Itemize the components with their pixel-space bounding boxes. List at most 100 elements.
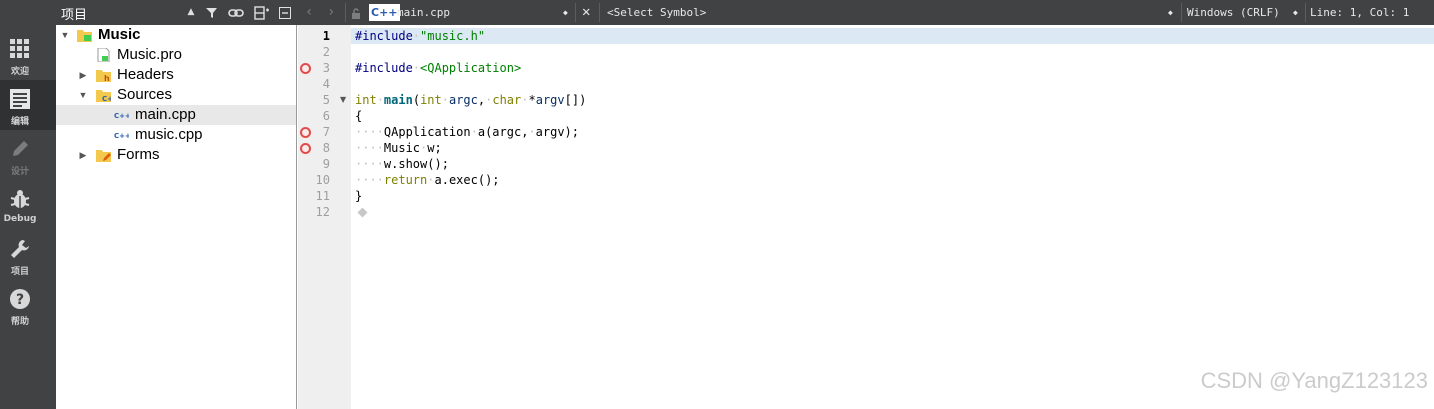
tree-item-label: Forms [117,146,160,163]
svg-text:C++: C++ [114,132,129,140]
project-panel-toolbar: 项目 ▲ [56,0,297,25]
welcome-grid-icon [10,39,29,58]
svg-text:?: ? [16,292,24,308]
mode-design-label: 设计 [10,167,29,177]
code-line[interactable] [351,44,1434,60]
tree-item-music-cpp[interactable]: C++ music.cpp [56,125,296,145]
code-line[interactable]: int·main(int·argc,·char·*argv[]) [351,92,1434,108]
tree-item-music-project[interactable]: ▼ Music [56,25,296,45]
tree-item-label: Headers [117,66,174,83]
edit-document-icon [10,89,30,109]
code-line[interactable]: ····w.show(); [351,156,1434,172]
line-number-gutter[interactable]: 1 2 3 4 5 6 7 8 9 10 11 12 ▼ [298,25,351,409]
tree-item-label: music.cpp [135,126,203,143]
code-line[interactable]: { [351,108,1434,124]
cpp-file-icon: C++ [114,112,129,120]
headers-folder-icon: h [96,70,111,82]
code-line[interactable]: #include·<QApplication> [351,60,1434,76]
code-line[interactable]: } [351,188,1434,204]
sources-folder-icon: C+ [96,90,111,102]
code-line[interactable] [351,204,1434,220]
help-question-icon: ? [10,289,30,309]
project-view-selector[interactable]: 项目 [61,4,87,23]
svg-text:C+: C+ [102,95,111,102]
toolbar-separator [345,3,346,22]
collapse-arrow-icon[interactable]: ▼ [60,25,70,45]
line-number: 10 [315,173,330,187]
mode-welcome-label: 欢迎 [10,67,29,77]
mode-edit[interactable]: 编辑 [0,80,56,130]
tree-item-headers[interactable]: ▶ h Headers [56,65,296,85]
sync-link-button[interactable] [226,0,246,25]
mode-debug[interactable]: Debug [0,180,56,230]
mode-projects-label: 项目 [10,267,29,277]
tree-item-label: Music.pro [117,46,183,63]
open-document-selector[interactable]: main.cpp [397,0,450,25]
line-number: 9 [322,157,330,171]
line-ending-dropdown-arrows-icon[interactable]: ◆ [1293,0,1298,25]
diagnostic-marker-icon[interactable] [300,63,311,74]
line-number: 12 [315,205,330,219]
line-number: 4 [322,77,330,91]
mode-design[interactable]: 设计 [0,130,56,180]
symbol-dropdown-arrows-icon[interactable]: ◆ [1168,0,1173,25]
project-wrench-icon [11,240,29,258]
tree-item-sources[interactable]: ▼ C+ Sources [56,85,296,105]
symbol-selector[interactable]: <Select Symbol> [607,0,706,25]
tree-item-forms[interactable]: ▶ Forms [56,145,296,165]
tree-item-label: main.cpp [135,106,196,123]
design-pencil-icon [13,141,28,156]
tree-item-label: Sources [117,86,173,103]
mode-debug-label: Debug [3,214,37,224]
close-box-icon [279,7,291,19]
line-number: 6 [322,109,330,123]
editor-toolbar: ‹ › C++ main.cpp ◆ ✕ <Select Symbol> ◆ W… [297,0,1434,25]
view-selector-arrows-icon[interactable]: ▲ [184,0,198,25]
line-number: 1 [322,29,330,43]
close-document-icon[interactable]: ✕ [582,0,590,25]
tree-item-label: Music [98,26,141,43]
forms-folder-icon [96,150,111,162]
csdn-watermark: CSDN @YangZ123123 [1200,368,1428,393]
qt-project-folder-icon [77,30,92,42]
mode-bar: 欢迎 编辑 设计 Debug 项目 ? 帮助 [0,0,56,409]
line-number: 2 [322,45,330,59]
expand-arrow-icon[interactable]: ▶ [78,145,88,165]
mode-welcome[interactable]: 欢迎 [0,30,56,80]
diagnostic-marker-icon[interactable] [300,143,311,154]
fold-marker-icon[interactable]: ▼ [340,92,348,108]
link-icon [228,9,244,17]
tree-item-music-pro[interactable]: Music.pro [56,45,296,65]
svg-text:C++: C++ [114,112,129,120]
project-panel: 项目 ▲ ▼ Music Music.pro ▶ h Headers ▼ C+ … [56,0,297,409]
code-line[interactable] [351,76,1434,92]
mode-help[interactable]: ? 帮助 [0,280,56,330]
filter-icon [206,8,217,18]
code-line[interactable]: #include·"music.h" [351,28,1434,44]
toolbar-separator [1181,3,1182,22]
mode-projects[interactable]: 项目 [0,230,56,280]
filter-tree-button[interactable] [202,0,222,25]
line-number: 11 [315,189,330,203]
code-line[interactable]: ····QApplication·a(argc,·argv); [351,124,1434,140]
code-line[interactable]: ····Music·w; [351,140,1434,156]
go-back-icon[interactable]: ‹ [305,0,313,25]
document-dropdown-arrows-icon[interactable]: ◆ [563,0,568,25]
cpp-file-icon: C++ [114,132,129,140]
collapse-arrow-icon[interactable]: ▼ [78,85,88,105]
diagnostic-marker-icon[interactable] [300,127,311,138]
code-line[interactable]: ····return·a.exec(); [351,172,1434,188]
code-editor[interactable]: #include·"music.h" #include·<QApplicatio… [351,25,1434,409]
lock-icon[interactable] [351,8,361,19]
cpp-language-badge: C++ [369,4,400,21]
pro-file-icon [97,48,110,62]
cursor-position-indicator[interactable]: Line: 1, Col: 1 [1310,0,1409,25]
close-panel-button[interactable] [276,0,294,25]
toolbar-separator [599,3,600,22]
line-ending-selector[interactable]: Windows (CRLF) [1187,0,1280,25]
tree-item-main-cpp[interactable]: C++ main.cpp [56,105,296,125]
split-view-button[interactable] [252,0,272,25]
svg-text:h: h [104,74,110,82]
go-forward-icon[interactable]: › [327,0,335,25]
expand-arrow-icon[interactable]: ▶ [78,65,88,85]
